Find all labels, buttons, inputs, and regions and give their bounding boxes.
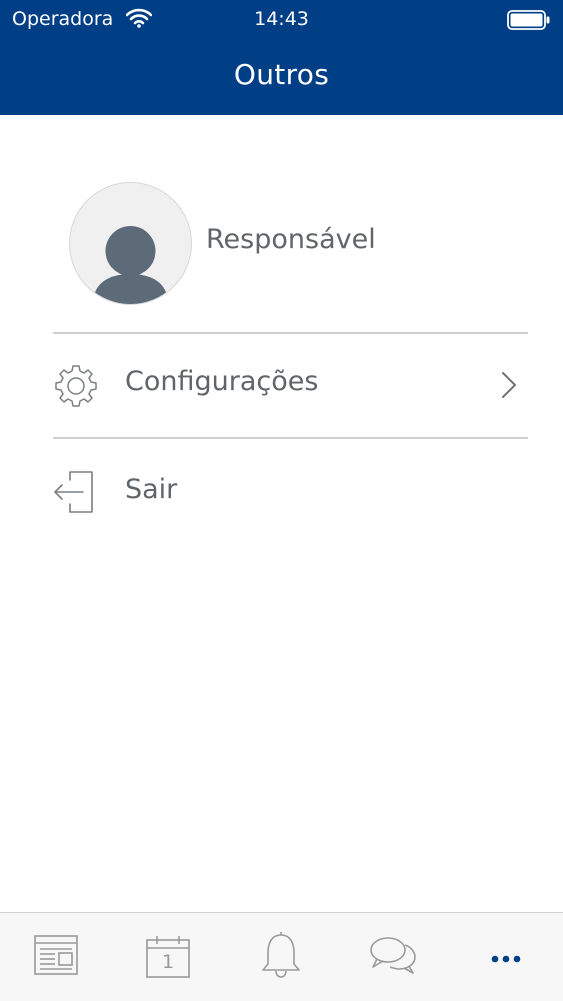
tab-messages[interactable]: [337, 913, 449, 1001]
tab-more[interactable]: [450, 913, 562, 1001]
tab-notifications[interactable]: [225, 913, 337, 1001]
menu-item-label: Configurações: [125, 366, 319, 397]
divider: [53, 437, 528, 439]
chevron-right-icon: [500, 370, 518, 404]
bell-icon: [260, 931, 302, 983]
profile-section[interactable]: Responsável: [53, 180, 528, 310]
tab-bar: 1: [0, 912, 563, 1001]
more-icon: [491, 948, 521, 967]
page-title: Outros: [233, 58, 330, 91]
menu-item-label: Sair: [125, 474, 178, 505]
chat-icon: [369, 936, 417, 978]
logout-menu-item[interactable]: Sair: [53, 440, 528, 544]
news-icon: [33, 934, 79, 980]
top-bar: Operadora 14:43 Outros: [0, 0, 563, 115]
tab-calendar[interactable]: 1: [112, 913, 224, 1001]
battery-full-icon: [507, 10, 551, 34]
user-silhouette-icon: [69, 182, 192, 305]
tab-news[interactable]: [0, 913, 112, 1001]
logout-icon: [53, 470, 99, 518]
profile-name: Responsável: [206, 224, 376, 255]
calendar-icon: 1: [145, 935, 191, 979]
clock-label: 14:43: [254, 8, 309, 30]
calendar-day-label: 1: [161, 951, 175, 973]
settings-menu-item[interactable]: Configurações: [53, 334, 528, 438]
gear-icon: [53, 363, 99, 413]
